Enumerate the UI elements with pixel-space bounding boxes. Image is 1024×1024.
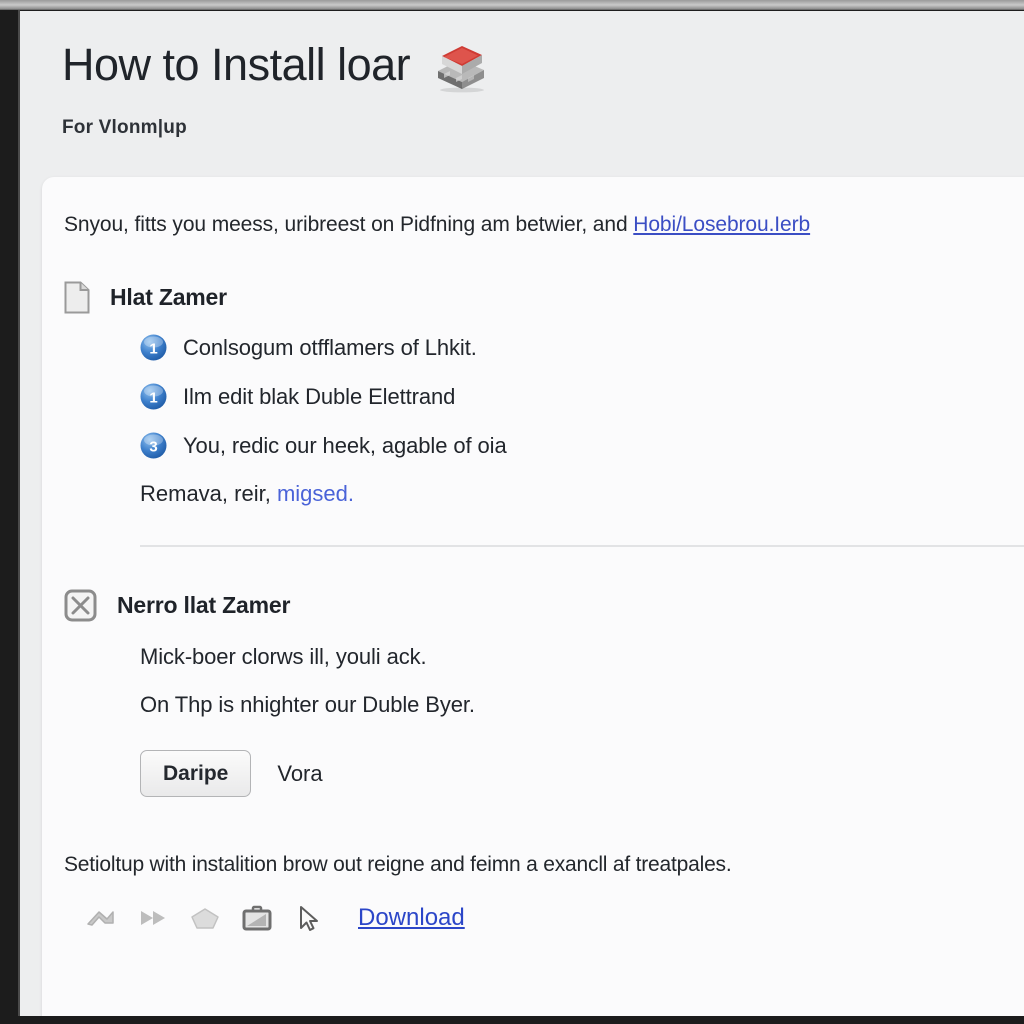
section-title: Hlat Zamer xyxy=(110,284,227,311)
window-bottom-bar xyxy=(18,1016,1024,1024)
action-row: Daripe Vora xyxy=(42,750,1024,798)
section-body-line: On Thp is nhighter our Duble Byer. xyxy=(140,692,475,718)
list-item: 1 Conlsogum otfflamers of Lhkit. xyxy=(140,334,1024,361)
section-note-link[interactable]: migsed. xyxy=(277,481,354,506)
x-box-icon xyxy=(64,589,97,622)
page-title: How to Install loar xyxy=(62,37,1024,93)
arrow-bend-icon[interactable] xyxy=(84,903,118,933)
pentagon-icon[interactable] xyxy=(188,903,222,933)
step-list: 1 Conlsogum otfflamers of Lhkit. 1 Ilm e… xyxy=(42,334,1024,459)
list-item: 1 Ilm edit blak Duble Elettrand xyxy=(140,383,1024,410)
step-text: Ilm edit blak Duble Elettrand xyxy=(183,383,456,409)
svg-text:1: 1 xyxy=(149,341,157,358)
svg-text:3: 3 xyxy=(149,439,157,456)
section-divider xyxy=(140,545,1024,548)
page-surface: How to Install loar For Vlonm|up Snyou, … xyxy=(20,11,1024,1016)
section-nerro-llat-zamer: Nerro llat Zamer Mick-boer clorws ill, y… xyxy=(42,589,1024,798)
section-header: Hlat Zamer xyxy=(42,281,1024,314)
briefcase-icon[interactable] xyxy=(240,903,274,933)
section-note-text: Remava, reir xyxy=(140,481,265,507)
page-subtitle: For Vlonm|up xyxy=(62,117,187,138)
list-item: 3 You, redic our heek, agable of oia xyxy=(140,432,1024,459)
window-left-sidebar xyxy=(0,10,18,1024)
cursor-arrow-icon[interactable] xyxy=(292,903,326,933)
step-text: Conlsogum otfflamers of Lhkit. xyxy=(183,334,477,360)
step-number-badge: 1 xyxy=(140,383,167,410)
section-title: Nerro llat Zamer xyxy=(117,592,291,619)
download-link[interactable]: Download xyxy=(358,904,465,932)
window-title-bar xyxy=(0,0,1024,10)
stacked-boxes-icon xyxy=(432,37,490,93)
svg-text:1: 1 xyxy=(149,390,157,407)
section-body-line: Mick-boer clorws ill, youli ack. xyxy=(140,644,427,670)
document-icon xyxy=(64,281,90,314)
section-header: Nerro llat Zamer xyxy=(42,589,1024,622)
content-card: Snyou, fitts you meess, uribreest on Pid… xyxy=(42,177,1024,1016)
intro-text: Snyou, fitts you meess, uribreest on Pid… xyxy=(64,213,634,236)
step-number-badge: 1 xyxy=(140,334,167,361)
section-hlat-zamer: Hlat Zamer 1 Conlsogum otfflamers of Lhk… xyxy=(42,281,1024,548)
step-number-badge: 3 xyxy=(140,432,167,459)
daripe-button[interactable]: Daripe xyxy=(140,750,252,798)
fast-forward-icon[interactable] xyxy=(136,903,170,933)
intro-paragraph: Snyou, fitts you meess, uribreest on Pid… xyxy=(42,211,1024,239)
vora-label[interactable]: Vora xyxy=(277,761,322,787)
document-header: How to Install loar For Vlonm|up xyxy=(20,11,1024,139)
intro-link[interactable]: Hobi/Losebrou.Ierb xyxy=(633,213,810,236)
section-note: Remava, reir, migsed. xyxy=(140,481,354,507)
footer-note: Setioltup with instalition brow out reig… xyxy=(64,853,732,877)
step-text: You, redic our heek, agable of oia xyxy=(183,432,507,458)
footer-toolbar: Download xyxy=(42,903,1024,933)
page-title-text: How to Install loar xyxy=(62,39,411,91)
